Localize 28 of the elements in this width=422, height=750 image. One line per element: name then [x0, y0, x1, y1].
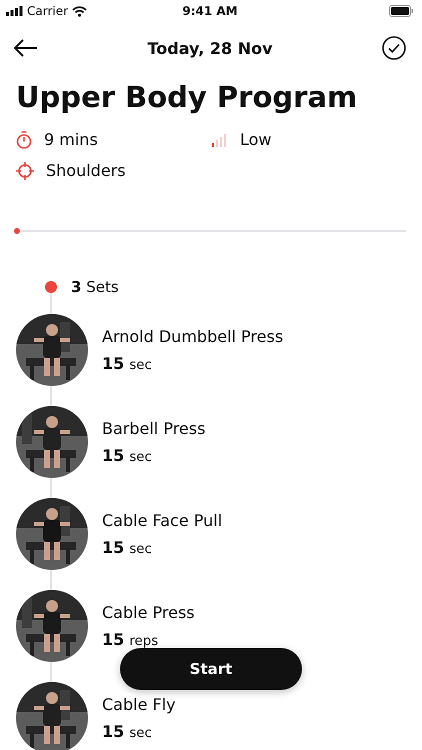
timeline-dot [45, 281, 57, 293]
exercise-amount: 15 sec [102, 722, 153, 741]
check-circle-icon[interactable] [382, 36, 406, 60]
duration-text: 9 mins [44, 130, 98, 149]
back-icon[interactable] [14, 39, 38, 57]
exercise-name: Arnold Dumbbell Press [102, 327, 284, 346]
stopwatch-icon [16, 130, 32, 148]
program-title: Upper Body Program [16, 80, 358, 114]
exercise-amount: 15 sec [102, 446, 153, 465]
exercise-amount: 15 sec [102, 354, 153, 373]
exercise-name: Cable Press [102, 603, 195, 622]
exercise-name: Cable Face Pull [102, 511, 222, 530]
start-button[interactable]: Start [120, 648, 302, 690]
exercise-name: Cable Fly [102, 695, 176, 714]
clock-time: 9:41 AM [182, 4, 238, 18]
carrier-name: Carrier [27, 4, 68, 18]
progress-thumb[interactable] [14, 228, 20, 234]
battery-icon [388, 5, 414, 17]
focus-text: Shoulders [46, 161, 126, 180]
page-title: Today, 28 Nov [147, 38, 273, 58]
exercise-name: Barbell Press [102, 419, 206, 438]
target-icon [16, 162, 34, 180]
exercise-amount: 15 sec [102, 538, 153, 557]
exercise-amount: 15 reps [102, 630, 160, 649]
sets-count: 3 Sets [71, 278, 119, 296]
wifi-icon [72, 6, 88, 16]
signal-icon [6, 6, 23, 16]
intensity-text: Low [240, 130, 272, 149]
